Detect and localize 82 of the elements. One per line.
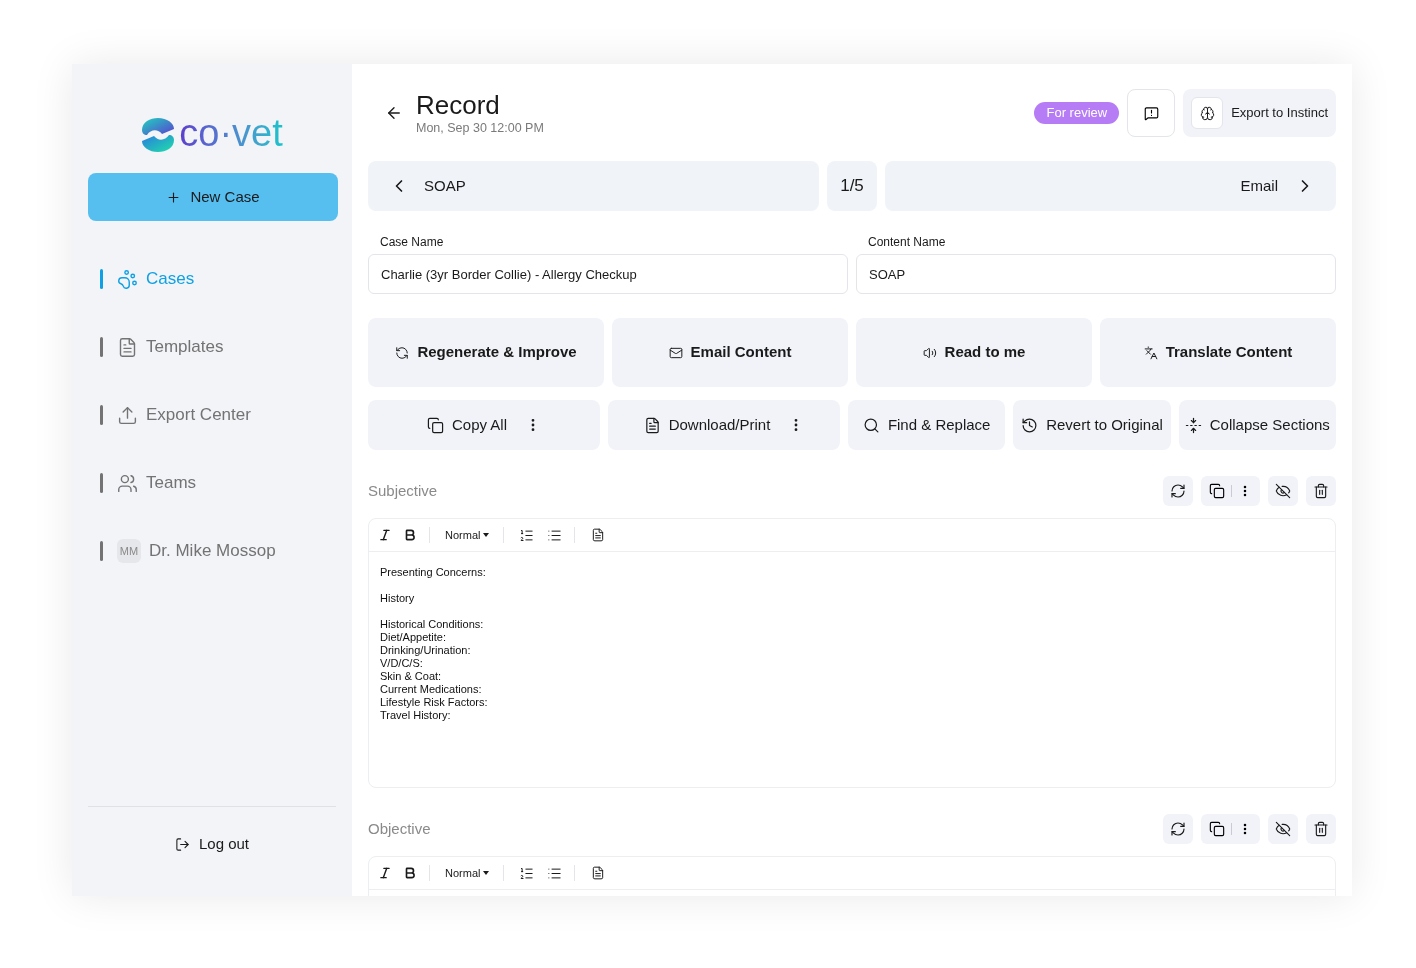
editor-field[interactable]: Presenting Concerns: History Historical Conditions: Diet/Appetite: Drinking/Urination: V/D/C/S: Skin & Coat: Current Medications: Lifestyle Risk Factors: Travel History: [369,552,1335,787]
comment-alert-icon [1143,105,1159,121]
action-button[interactable]: Translate Content [1100,318,1336,387]
search-icon [862,416,880,434]
caret-icon [483,533,490,537]
document-icon [117,336,138,358]
italic-icon[interactable] [378,866,392,880]
delete-icon[interactable] [1306,476,1336,506]
action-button[interactable]: Email Content [612,318,848,387]
comment-button[interactable] [1127,89,1176,137]
bullet-list-icon[interactable] [547,865,563,881]
status-badge: For review [1034,102,1120,124]
bold-icon[interactable] [403,866,417,880]
page-title: Record [416,90,501,120]
numbered-list-icon[interactable] [519,527,535,543]
refresh-icon [395,345,410,360]
hide-icon[interactable] [1268,814,1298,844]
upload-icon [117,404,138,426]
logo-icon [141,116,176,153]
copy-icon[interactable] [1209,821,1225,837]
field-label: Case Name [379,235,445,249]
text-input[interactable]: Charlie (3yr Border Collie) - Allergy Checkup [368,254,848,294]
logout-icon [174,837,190,852]
user-avatar: MM [117,539,141,563]
editor-line: Lifestyle Risk Factors: [380,696,488,709]
editor-line: Presenting Concerns: [380,566,486,579]
format-dropdown[interactable]: Normal [445,526,490,544]
refresh-icon[interactable] [1163,476,1193,506]
section-title: Subjective [368,480,438,501]
editor-line: V/D/C/S: [380,657,423,670]
nav-item[interactable]: Export Center [100,401,251,429]
editor-line: Historical Conditions: [380,618,484,631]
action-button[interactable]: Regenerate & Improve [368,318,604,387]
copy-icon[interactable] [1209,483,1225,499]
delete-icon[interactable] [1306,814,1336,844]
format-dropdown[interactable]: Normal [445,864,490,882]
field-label: Content Name [867,235,947,249]
italic-icon[interactable] [378,528,392,542]
editor-line: History [380,592,415,605]
document-icon[interactable] [591,866,606,880]
mail-icon [668,345,683,360]
action-button[interactable]: Revert to Original [1013,400,1171,450]
action-button[interactable]: Collapse Sections [1178,400,1336,450]
page-counter: 1/5 [827,161,877,211]
section-title: Objective [368,818,431,839]
document-icon [643,416,661,434]
previous-button[interactable]: SOAP [368,161,819,211]
action-button[interactable]: Read to me [856,318,1092,387]
editor-line: Diet/Appetite: [380,631,447,644]
back-icon[interactable] [385,104,403,122]
users-icon [117,472,138,494]
export-button[interactable]: Export to Instinct [1183,89,1336,137]
copy-icon [427,416,444,434]
speaker-icon [922,345,937,360]
paw-icon [117,268,138,290]
bold-icon[interactable] [403,528,417,542]
new-case-button[interactable]: New Case [88,173,338,221]
bullet-list-icon[interactable] [547,527,563,543]
caret-icon [483,871,490,875]
action-button[interactable]: Download/Print [608,400,840,450]
translate-icon [1143,345,1158,360]
plus-icon [166,189,182,205]
next-button[interactable]: Email [885,161,1336,211]
numbered-list-icon[interactable] [519,865,535,881]
action-button[interactable]: Find & Replace [848,400,1006,450]
text-input[interactable]: SOAP [856,254,1336,294]
action-button[interactable]: Copy All [368,400,600,450]
page-subtitle: Mon, Sep 30 12:00 PM [416,120,544,136]
collapse-icon [1184,416,1202,434]
nav-item[interactable]: MM Dr. Mike Mossop [100,537,276,565]
nav-item[interactable]: Teams [100,469,197,497]
editor-line: Skin & Coat: [380,670,442,683]
brain-icon [1191,97,1224,129]
editor-line: Current Medications: [380,683,482,696]
refresh-icon[interactable] [1163,814,1193,844]
hide-icon[interactable] [1268,476,1298,506]
history-icon [1021,416,1039,434]
document-icon[interactable] [591,528,606,542]
logout-button[interactable]: Log out [174,833,249,856]
nav-item[interactable]: Templates [100,333,224,361]
editor-line: Travel History: [380,709,451,722]
editor-line: Drinking/Urination: [380,644,471,657]
